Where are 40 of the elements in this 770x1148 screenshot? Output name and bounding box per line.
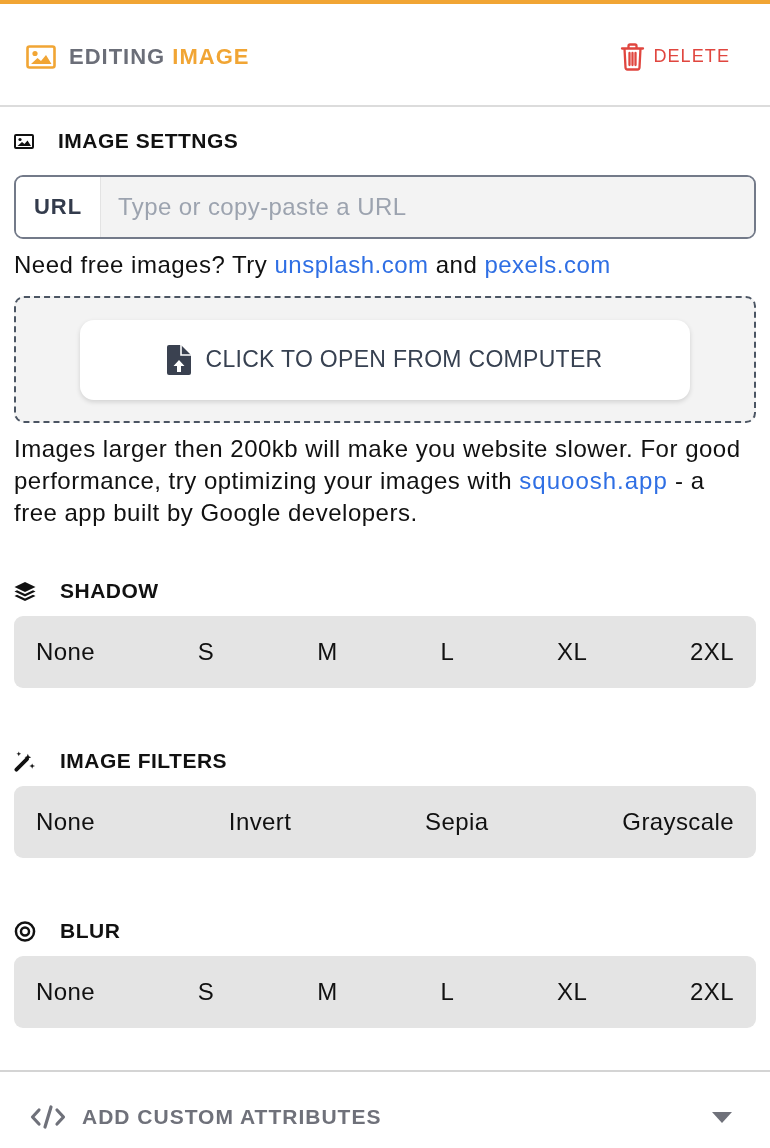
option-button[interactable]: None: [18, 791, 113, 853]
magic-wand-icon: [14, 750, 36, 772]
option-button[interactable]: None: [18, 621, 113, 683]
link[interactable]: unsplash.com: [274, 251, 429, 278]
option-button[interactable]: L: [422, 961, 473, 1023]
custom-attributes-toggle[interactable]: ADD CUSTOM ATTRIBUTES: [30, 1072, 740, 1148]
link[interactable]: squoosh.app: [519, 467, 668, 494]
option-button[interactable]: Sepia: [407, 791, 507, 853]
file-upload-icon: [167, 344, 192, 375]
drop-zone[interactable]: CLICK TO OPEN FROM COMPUTER: [14, 296, 756, 423]
upload-button[interactable]: CLICK TO OPEN FROM COMPUTER: [80, 319, 690, 400]
option-button[interactable]: None: [18, 961, 113, 1023]
url-label: URL: [16, 177, 101, 237]
option-button[interactable]: M: [299, 961, 356, 1023]
trash-icon: [620, 42, 646, 71]
code-icon: [30, 1105, 66, 1129]
image-icon: [14, 133, 34, 149]
hint-text: Need free images? Try unsplash.com and pexels.com: [14, 250, 612, 280]
option-button[interactable]: L: [422, 621, 473, 683]
section-title: IMAGE SETTNGS: [58, 129, 239, 153]
option-button[interactable]: 2XL: [672, 961, 752, 1023]
option-button[interactable]: 2XL: [672, 621, 752, 683]
image-icon: [26, 44, 56, 69]
option-button[interactable]: S: [179, 961, 233, 1023]
target-icon: [14, 920, 36, 942]
section-title: IMAGE FILTERS: [60, 749, 228, 773]
url-input[interactable]: Type or copy-paste a URL: [101, 177, 754, 237]
link[interactable]: pexels.com: [484, 251, 611, 278]
section-title: BLUR: [60, 919, 121, 943]
option-button[interactable]: Grayscale: [604, 791, 752, 853]
delete-button[interactable]: DELETE: [620, 38, 730, 75]
option-button[interactable]: XL: [539, 961, 606, 1023]
layers-icon: [14, 580, 36, 602]
option-button[interactable]: M: [299, 621, 356, 683]
option-button[interactable]: Invert: [210, 791, 310, 853]
option-button[interactable]: S: [179, 621, 233, 683]
option-button[interactable]: XL: [539, 621, 606, 683]
section-title: SHADOW: [60, 579, 159, 603]
info-text: Images larger then 200kb will make you website slower. For good performance, try optimizing your images with squoosh.app - a free app built by Google developers.: [14, 434, 742, 528]
panel-title: EDITING IMAGE: [69, 43, 250, 70]
